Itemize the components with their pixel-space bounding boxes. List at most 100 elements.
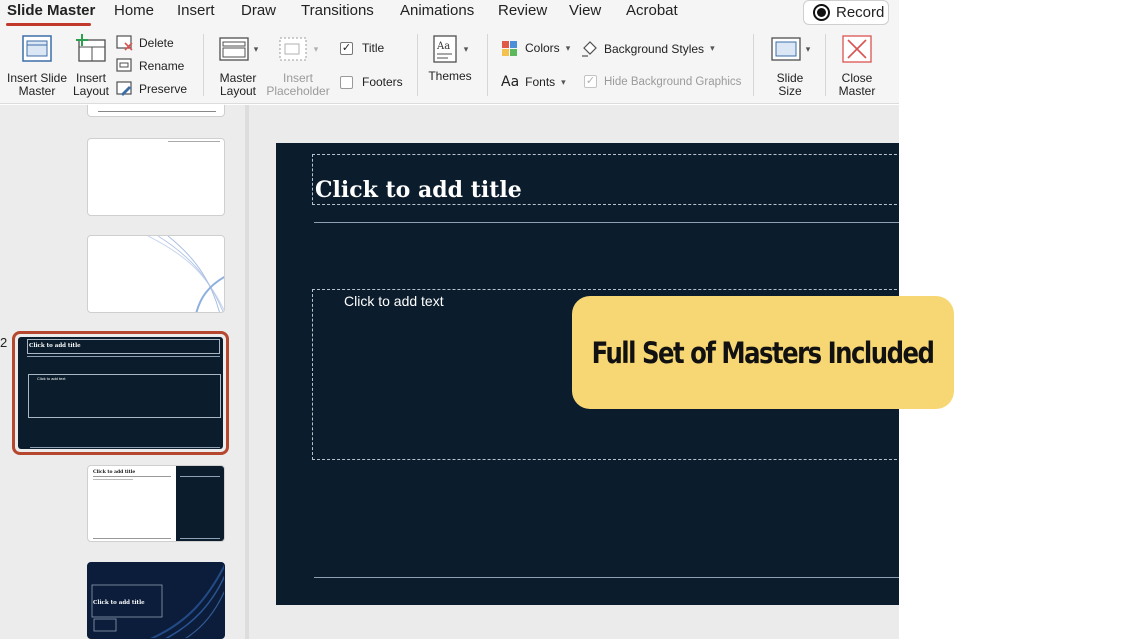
slide-size-button[interactable]: ▾ Slide Size: [763, 34, 817, 98]
delete-icon: [116, 35, 133, 51]
layout-thumbnail[interactable]: [87, 235, 225, 313]
close-icon: [842, 35, 872, 63]
thumb-footer-line: [93, 538, 171, 539]
ribbon-toolbar: Insert Slide Master Insert Layout Delete: [0, 28, 899, 104]
thumb-dark-panel: [176, 466, 224, 541]
fonts-dropdown[interactable]: Aa Fonts ▾: [501, 74, 566, 90]
record-icon: [813, 4, 830, 21]
tab-slide-master[interactable]: Slide Master: [7, 2, 95, 19]
body-placeholder-text[interactable]: Click to add text: [344, 293, 444, 309]
slide-size-label-2: Size: [778, 84, 802, 98]
ribbon-separator: [417, 34, 418, 96]
title-checkmark-icon: ✓: [340, 41, 353, 55]
close-master-button[interactable]: Close Master: [833, 34, 881, 98]
preserve-label: Preserve: [139, 82, 188, 96]
insert-placeholder-button[interactable]: ▾ Insert Placeholder: [264, 34, 332, 98]
title-checkbox-label: Title: [362, 41, 385, 55]
fonts-label: Fonts: [525, 75, 556, 89]
menu-tab-bar: Slide Master Home Insert Draw Transition…: [0, 0, 899, 28]
title-checkbox[interactable]: ✓ Title: [340, 41, 384, 55]
master-layout-button[interactable]: ▾ Master Layout: [214, 34, 262, 98]
hide-background-checkmark-icon: ✓: [584, 75, 597, 88]
chevron-down-icon: ▾: [565, 42, 571, 53]
title-placeholder[interactable]: Click to add title: [312, 154, 899, 205]
thumb-footer-line: [98, 111, 216, 112]
footers-checkbox[interactable]: Footers: [340, 75, 403, 89]
insert-slide-master-icon: [22, 35, 52, 62]
colors-dropdown[interactable]: Colors ▾: [501, 40, 570, 56]
record-label: Record: [836, 4, 885, 21]
tab-view[interactable]: View: [569, 2, 601, 19]
chevron-down-icon: ▾: [313, 43, 319, 54]
insert-placeholder-icon: [279, 37, 307, 61]
thumb-header-line: [168, 141, 220, 142]
title-underline: [314, 222, 899, 223]
master-layout-icon: [219, 37, 249, 61]
slide-size-icon: [771, 37, 801, 61]
thumb-body-placeholder: Click to add text: [28, 374, 221, 418]
title-placeholder-text[interactable]: Click to add title: [315, 177, 522, 203]
thumb-footer-line: [30, 447, 220, 448]
thumb-subtitle-line: [93, 479, 133, 480]
themes-icon: Aa: [433, 35, 457, 63]
close-master-label-2: Master: [838, 84, 876, 98]
chevron-down-icon: ▾: [710, 43, 715, 53]
thumb-title-text: Click to add title: [93, 600, 145, 606]
thumb-swirl-graphic: [147, 236, 224, 312]
layout-thumbnail[interactable]: [87, 138, 225, 216]
insert-layout-label-2: Layout: [72, 84, 110, 98]
rename-icon: [116, 58, 132, 72]
tab-acrobat[interactable]: Acrobat: [626, 2, 678, 19]
tab-draw[interactable]: Draw: [241, 2, 276, 19]
footers-checkbox-box: [340, 75, 353, 89]
background-styles-label: Background Styles: [604, 41, 705, 56]
preserve-icon: [116, 81, 132, 96]
delete-label: Delete: [139, 36, 174, 50]
tab-review[interactable]: Review: [498, 2, 547, 19]
rename-button[interactable]: Rename: [116, 58, 184, 74]
footers-checkbox-label: Footers: [362, 75, 403, 89]
rename-label: Rename: [139, 59, 185, 73]
insert-slide-master-button[interactable]: Insert Slide Master: [4, 34, 70, 98]
tab-insert[interactable]: Insert: [177, 2, 215, 19]
chevron-down-icon: ▾: [463, 43, 469, 54]
record-button[interactable]: Record: [803, 0, 889, 25]
tab-animations[interactable]: Animations: [400, 2, 474, 19]
layout-thumbnail-dark[interactable]: Click to add title: [87, 562, 225, 639]
ribbon-separator: [825, 34, 826, 96]
insert-layout-button[interactable]: Insert Layout: [70, 34, 112, 98]
app-window: Slide Master Home Insert Draw Transition…: [0, 0, 1140, 639]
chevron-down-icon: ▾: [805, 43, 811, 54]
chevron-down-icon: ▾: [253, 43, 259, 54]
tab-home[interactable]: Home: [114, 2, 154, 19]
svg-text:Aa: Aa: [436, 41, 450, 52]
colors-icon: [502, 41, 517, 56]
master-layout-label-2: Layout: [219, 84, 257, 98]
insert-placeholder-label-2: Placeholder: [266, 84, 330, 98]
paint-bucket-icon: [582, 41, 597, 57]
themes-button[interactable]: Aa ▾ Themes: [425, 34, 475, 83]
thumb-title-line: [27, 356, 220, 357]
thumb-body-text: Click to add text: [37, 376, 66, 381]
callout-text: Full Set of Masters Included: [592, 335, 935, 370]
insert-layout-icon: [76, 34, 106, 62]
preserve-button[interactable]: Preserve: [116, 81, 187, 97]
thumb-divider-line: [93, 476, 171, 477]
layout-thumbnail[interactable]: [87, 105, 225, 117]
thumb-title-placeholder: Click to add title: [27, 339, 220, 354]
layout-thumbnail-two-column[interactable]: Click to add title: [87, 465, 225, 542]
active-tab-indicator: [6, 23, 91, 26]
selected-thumbnail-slide: Click to add title Click to add text: [18, 337, 223, 449]
hide-background-graphics-label: Hide Background Graphics: [604, 75, 742, 88]
background-styles-dropdown[interactable]: Background Styles ▾: [581, 40, 715, 57]
slide-number: 2: [0, 335, 8, 350]
selected-master-thumbnail[interactable]: Click to add title Click to add text: [12, 331, 229, 455]
delete-button[interactable]: Delete: [116, 35, 174, 51]
insert-slide-master-label-2: Master: [18, 84, 56, 98]
hide-background-graphics-checkbox[interactable]: ✓ Hide Background Graphics: [584, 75, 741, 88]
tab-transitions[interactable]: Transitions: [301, 2, 374, 19]
ribbon-separator: [487, 34, 488, 96]
chevron-down-icon: ▾: [561, 76, 566, 87]
themes-label: Themes: [428, 69, 472, 83]
colors-label: Colors: [525, 41, 560, 55]
